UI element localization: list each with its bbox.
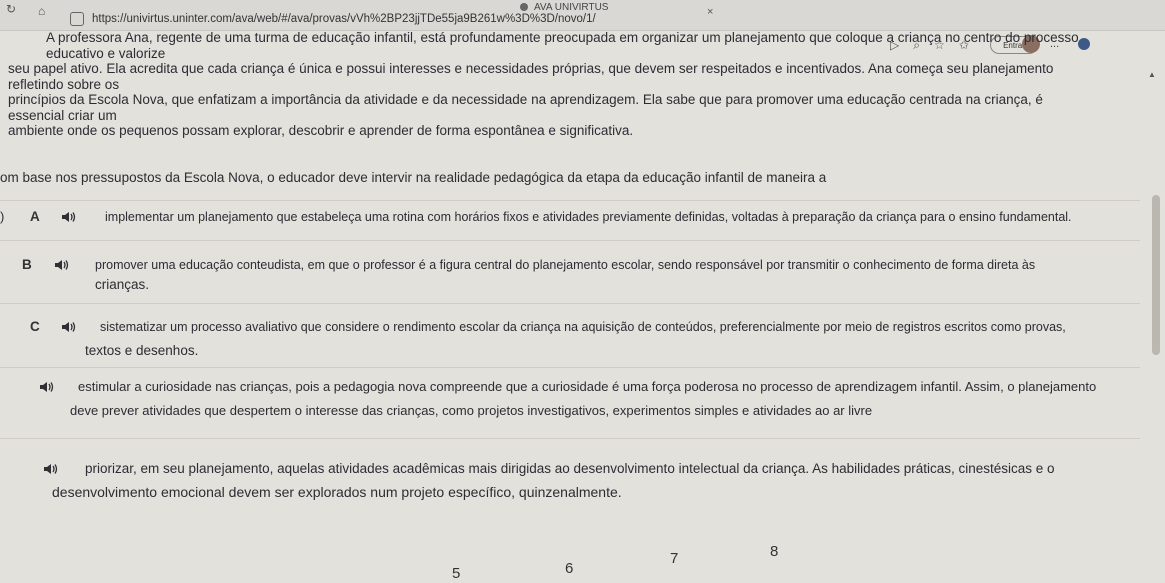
option-letter: C: [30, 319, 40, 334]
speaker-icon[interactable]: [40, 381, 54, 393]
option-letter: B: [22, 257, 32, 272]
option-letter: A: [30, 209, 40, 224]
scrollbar-thumb[interactable]: [1152, 195, 1160, 355]
question-statement: om base nos pressupostos da Escola Nova,…: [0, 170, 827, 185]
speaker-icon[interactable]: [62, 321, 76, 333]
radio-icon[interactable]: ): [0, 208, 4, 226]
context-line-4: ambiente onde os pequenos possam explora…: [8, 123, 634, 138]
speaker-icon[interactable]: [62, 211, 76, 223]
context-line-3: princípios da Escola Nova, que enfatizam…: [8, 92, 1043, 123]
divider: [0, 240, 1140, 241]
option-text-continued: crianças.: [95, 277, 150, 292]
page-number[interactable]: 8: [770, 543, 778, 560]
option-text-continued: textos e desenhos.: [85, 343, 199, 358]
scroll-up-icon[interactable]: ▲: [1148, 70, 1156, 79]
option-text-continued: deve prever atividades que despertem o i…: [70, 403, 873, 418]
option-text: promover uma educação conteudista, em qu…: [95, 258, 1036, 272]
question-context: A professora Ana, regente de uma turma d…: [8, 30, 1093, 139]
divider: [0, 200, 1140, 201]
page-number[interactable]: 6: [565, 560, 573, 577]
divider: [0, 438, 1140, 439]
option-text: implementar um planejamento que estabele…: [105, 210, 1072, 224]
divider: [0, 367, 1140, 368]
option-text: priorizar, em seu planejamento, aquelas …: [85, 461, 1055, 476]
speaker-icon[interactable]: [44, 463, 58, 475]
divider: [0, 303, 1140, 304]
option-text-continued: desenvolvimento emocional devem ser expl…: [52, 484, 622, 500]
context-line-1: A professora Ana, regente de uma turma d…: [46, 30, 1079, 61]
page-number[interactable]: 5: [452, 565, 460, 582]
page-number[interactable]: 7: [670, 550, 678, 567]
context-line-2: seu papel ativo. Ela acredita que cada c…: [8, 61, 1054, 92]
exam-content: A professora Ana, regente de uma turma d…: [0, 0, 1165, 583]
speaker-icon[interactable]: [55, 259, 69, 271]
option-text: estimular a curiosidade nas crianças, po…: [78, 379, 1097, 394]
option-text: sistematizar um processo avaliativo que …: [100, 320, 1066, 334]
